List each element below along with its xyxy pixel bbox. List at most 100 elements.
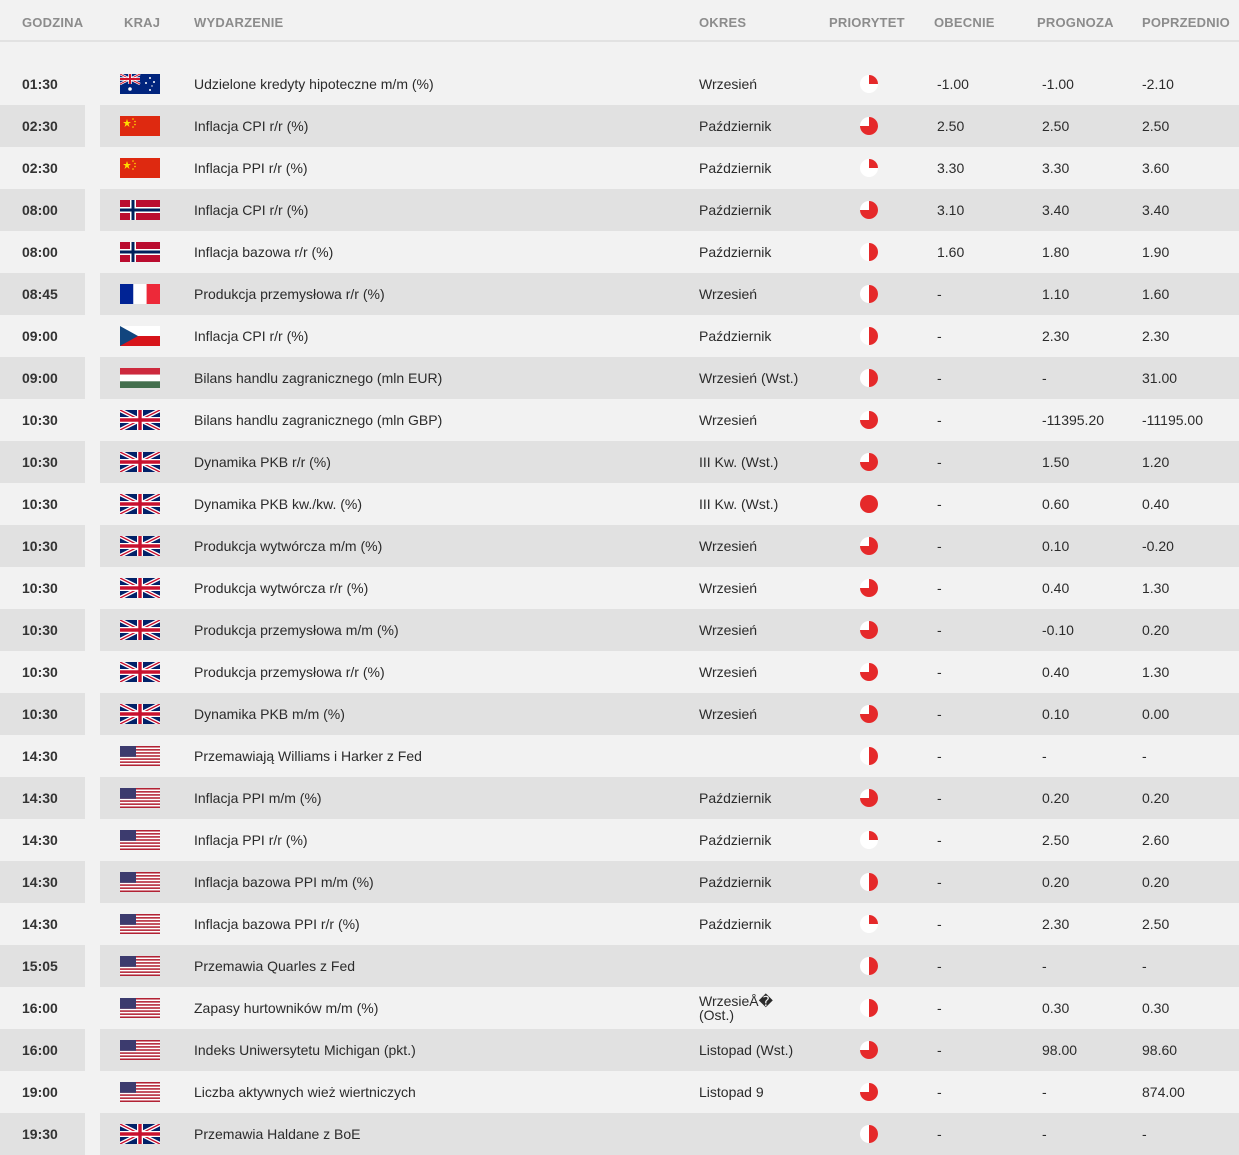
priority-full-icon (860, 495, 878, 513)
header-priorytet[interactable]: PRIORYTET (829, 15, 905, 30)
table-row[interactable]: 02:30 Inflacja PPI r/r (%) Październik 3.30… (0, 147, 1239, 189)
event-name[interactable]: Przemawia Haldane z BoE (194, 1113, 361, 1155)
event-name[interactable]: Inflacja bazowa PPI m/m (%) (194, 861, 374, 903)
header-wydarzenie[interactable]: WYDARZENIE (194, 15, 283, 30)
actual-value: - (937, 412, 942, 428)
flag-us-icon (120, 830, 160, 850)
previous-value: 1.30 (1142, 664, 1170, 680)
event-name[interactable]: Produkcja wytwórcza m/m (%) (194, 525, 382, 567)
flag-fr-icon (120, 284, 160, 304)
table-row[interactable]: 10:30 Produkcja wytwórcza r/r (%) Wrzesień… (0, 567, 1239, 609)
actual-value: 1.60 (937, 244, 965, 260)
header-prognoza[interactable]: PROGNOZA (1037, 15, 1114, 30)
header-godzina[interactable]: GODZINA (22, 15, 83, 30)
event-name[interactable]: Zapasy hurtowników m/m (%) (194, 987, 378, 1029)
event-name[interactable]: Inflacja PPI r/r (%) (194, 819, 308, 861)
previous-value: 2.50 (1142, 118, 1170, 134)
flag-us-icon (120, 914, 160, 934)
event-name[interactable]: Inflacja PPI m/m (%) (194, 777, 322, 819)
event-name[interactable]: Inflacja CPI r/r (%) (194, 105, 308, 147)
event-name[interactable]: Liczba aktywnych wież wiertniczych (194, 1071, 416, 1113)
actual-value: - (937, 958, 942, 974)
flag-cz-icon (120, 326, 160, 346)
table-row[interactable]: 01:30 Udzielone kredyty hipoteczne m/m (%… (0, 63, 1239, 105)
event-name[interactable]: Udzielone kredyty hipoteczne m/m (%) (194, 63, 434, 105)
actual-value: - (937, 496, 942, 512)
flag-us-icon (120, 956, 160, 976)
table-row[interactable]: 14:30 Przemawiają Williams i Harker z Fed… (0, 735, 1239, 777)
table-row[interactable]: 10:30 Dynamika PKB r/r (%) III Kw. (Wst.) -… (0, 441, 1239, 483)
event-name[interactable]: Produkcja przemysłowa r/r (%) (194, 273, 385, 315)
event-period: Październik (699, 874, 772, 890)
table-row[interactable]: 14:30 Inflacja bazowa PPI m/m (%) Paździer… (0, 861, 1239, 903)
event-name[interactable]: Przemawia Quarles z Fed (194, 945, 355, 987)
event-name[interactable]: Dynamika PKB r/r (%) (194, 441, 331, 483)
forecast-value: 1.10 (1042, 286, 1070, 302)
table-row[interactable]: 14:30 Inflacja PPI r/r (%) Październik - 2.5… (0, 819, 1239, 861)
flag-us-icon (120, 998, 160, 1018)
previous-value: 1.60 (1142, 286, 1170, 302)
priority-low-icon (860, 915, 878, 933)
event-name[interactable]: Indeks Uniwersytetu Michigan (pkt.) (194, 1029, 416, 1071)
previous-value: - (1142, 748, 1147, 764)
previous-value: 2.30 (1142, 328, 1170, 344)
event-name[interactable]: Bilans handlu zagranicznego (mln EUR) (194, 357, 442, 399)
event-name[interactable]: Inflacja PPI r/r (%) (194, 147, 308, 189)
header-kraj[interactable]: KRAJ (124, 15, 160, 30)
previous-value: 98.60 (1142, 1042, 1178, 1058)
forecast-value: 3.30 (1042, 160, 1070, 176)
event-time: 16:00 (22, 1042, 58, 1058)
event-name[interactable]: Inflacja bazowa r/r (%) (194, 231, 333, 273)
event-period: Wrzesień (699, 412, 758, 428)
table-row[interactable]: 15:05 Przemawia Quarles z Fed - - - (0, 945, 1239, 987)
event-name[interactable]: Bilans handlu zagranicznego (mln GBP) (194, 399, 442, 441)
event-name[interactable]: Produkcja wytwórcza r/r (%) (194, 567, 368, 609)
table-row[interactable]: 10:30 Produkcja wytwórcza m/m (%) Wrzesień… (0, 525, 1239, 567)
header-obecnie[interactable]: OBECNIE (934, 15, 995, 30)
flag-no-icon (120, 200, 160, 220)
priority-low-icon (860, 75, 878, 93)
flag-gb-icon (120, 536, 160, 556)
previous-value: -11195.00 (1142, 412, 1203, 428)
forecast-value: 2.30 (1042, 916, 1070, 932)
event-period: Listopad (Wst.) (699, 1042, 794, 1058)
actual-value: - (937, 454, 942, 470)
table-row[interactable]: 02:30 Inflacja CPI r/r (%) Październik 2.50… (0, 105, 1239, 147)
table-row[interactable]: 10:30 Produkcja przemysłowa r/r (%) Wrzesi… (0, 651, 1239, 693)
event-name[interactable]: Przemawiają Williams i Harker z Fed (194, 735, 422, 777)
event-name[interactable]: Inflacja CPI r/r (%) (194, 315, 308, 357)
priority-high-icon (860, 579, 878, 597)
header-poprzednio[interactable]: POPRZEDNIO (1142, 15, 1230, 30)
event-name[interactable]: Produkcja przemysłowa r/r (%) (194, 651, 385, 693)
table-row[interactable]: 08:45 Produkcja przemysłowa r/r (%) Wrzesi… (0, 273, 1239, 315)
table-row[interactable]: 08:00 Inflacja CPI r/r (%) Październik 3.10… (0, 189, 1239, 231)
header-okres[interactable]: OKRES (699, 15, 746, 30)
event-name[interactable]: Inflacja CPI r/r (%) (194, 189, 308, 231)
table-row[interactable]: 10:30 Dynamika PKB kw./kw. (%) III Kw. (Ws… (0, 483, 1239, 525)
previous-value: 0.00 (1142, 706, 1170, 722)
flag-us-icon (120, 1082, 160, 1102)
forecast-value: 0.10 (1042, 706, 1070, 722)
table-row[interactable]: 19:30 Przemawia Haldane z BoE - - - (0, 1113, 1239, 1155)
table-row[interactable]: 16:00 Indeks Uniwersytetu Michigan (pkt.)… (0, 1029, 1239, 1071)
table-row[interactable]: 08:00 Inflacja bazowa r/r (%) Październik 1… (0, 231, 1239, 273)
event-name[interactable]: Dynamika PKB m/m (%) (194, 693, 345, 735)
event-name[interactable]: Dynamika PKB kw./kw. (%) (194, 483, 362, 525)
event-period: Październik (699, 328, 772, 344)
table-row[interactable]: 09:00 Bilans handlu zagranicznego (mln EU… (0, 357, 1239, 399)
actual-value: - (937, 916, 942, 932)
table-row[interactable]: 10:30 Bilans handlu zagranicznego (mln GB… (0, 399, 1239, 441)
event-time: 14:30 (22, 832, 58, 848)
table-row[interactable]: 10:30 Dynamika PKB m/m (%) Wrzesień - 0.10 0.… (0, 693, 1239, 735)
table-row[interactable]: 14:30 Inflacja bazowa PPI r/r (%) Paździer… (0, 903, 1239, 945)
table-row[interactable]: 16:00 Zapasy hurtowników m/m (%) WrzesieÅ�… (0, 987, 1239, 1029)
flag-gb-icon (120, 704, 160, 724)
events-table: 01:30 Udzielone kredyty hipoteczne m/m (%… (0, 63, 1239, 1155)
event-name[interactable]: Inflacja bazowa PPI r/r (%) (194, 903, 360, 945)
event-name[interactable]: Produkcja przemysłowa m/m (%) (194, 609, 399, 651)
table-row[interactable]: 10:30 Produkcja przemysłowa m/m (%) Wrzesi… (0, 609, 1239, 651)
table-row[interactable]: 14:30 Inflacja PPI m/m (%) Październik - 0.2… (0, 777, 1239, 819)
event-period: Wrzesień (699, 538, 758, 554)
table-row[interactable]: 09:00 Inflacja CPI r/r (%) Październik - 2.3… (0, 315, 1239, 357)
table-row[interactable]: 19:00 Liczba aktywnych wież wiertniczych L… (0, 1071, 1239, 1113)
